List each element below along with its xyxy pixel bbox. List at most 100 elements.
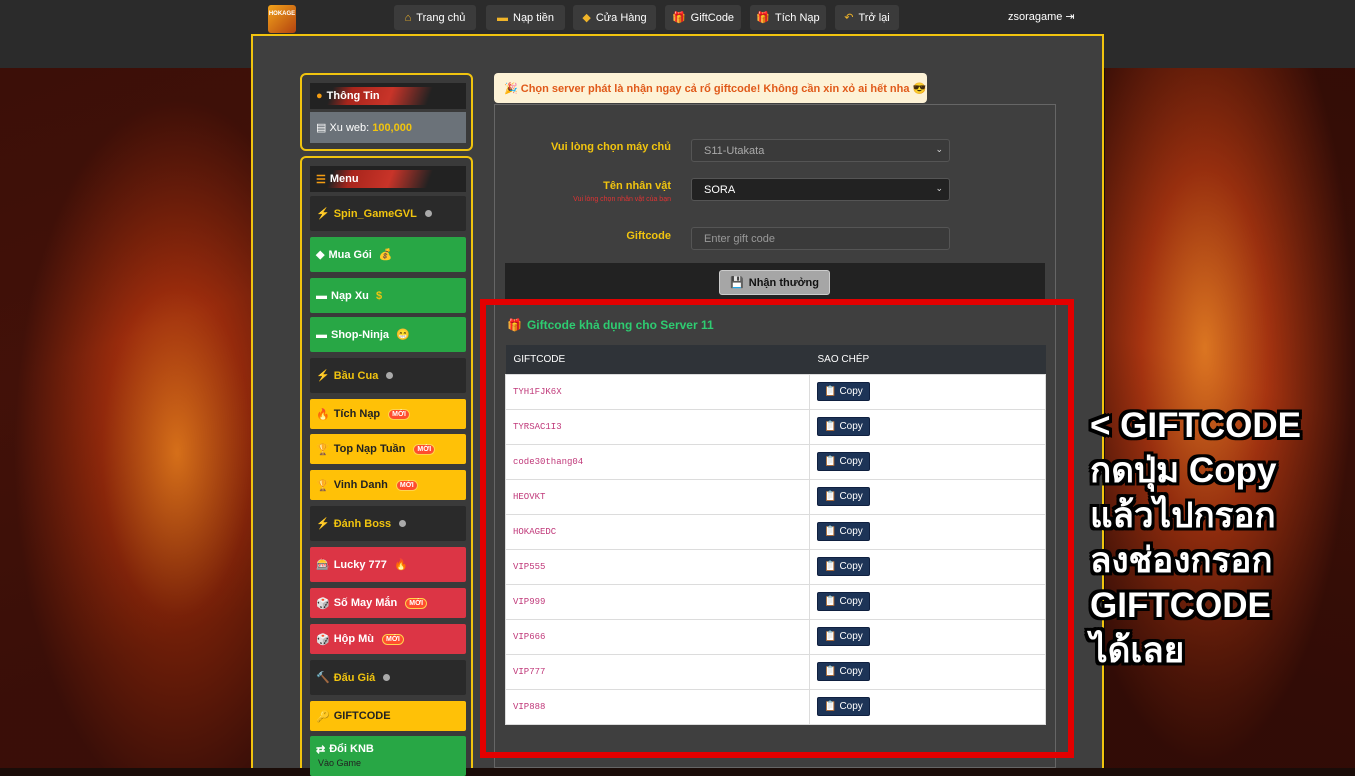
- copy-button[interactable]: 📋 Copy: [817, 417, 870, 436]
- copy-button[interactable]: 📋 Copy: [817, 627, 870, 646]
- copy-button[interactable]: 📋 Copy: [817, 452, 870, 471]
- gift-icon: 🎁: [671, 12, 686, 24]
- giftcode-cell: TYH1FJK6X: [505, 373, 810, 410]
- info-icon: ●: [316, 90, 323, 102]
- giftcode-input[interactable]: Enter gift code: [691, 227, 950, 250]
- nav-shop[interactable]: ◆ Cửa Hàng: [573, 5, 656, 30]
- giftcode-table: GIFTCODE SAO CHÉP TYH1FJK6X 📋 Copy TYRSAC1I…: [505, 345, 1046, 725]
- bolt-icon: ⚡: [316, 518, 330, 530]
- nav-back[interactable]: ↶ Trở lại: [835, 5, 899, 30]
- menu-item-label: GIFTCODE: [333, 710, 391, 722]
- copy-button[interactable]: 📋 Copy: [817, 382, 870, 401]
- xu-balance: ▤ Xu web: 100,000: [310, 112, 466, 143]
- new-badge: MỚI: [388, 408, 410, 420]
- site-logo[interactable]: HOKAGE: [268, 5, 296, 33]
- table-row: HEOVKT 📋 Copy: [505, 478, 1046, 515]
- nav-home[interactable]: ⌂ Trang chủ: [394, 5, 476, 30]
- menu-item-lucky-777[interactable]: 🎰 Lucky 777 🔥: [310, 547, 466, 582]
- clipboard-icon: 📋: [824, 666, 837, 677]
- copy-button-label: Copy: [839, 526, 863, 537]
- server-label: Vui lòng chọn máy chủ: [551, 141, 671, 153]
- copy-button[interactable]: 📋 Copy: [817, 487, 870, 506]
- bag-icon: 💰: [375, 249, 393, 261]
- info-panel: ● Thông Tin ▤ Xu web: 100,000: [300, 73, 473, 151]
- menu-item-tich-nap[interactable]: 🔥 Tích Nạp MỚI: [310, 399, 466, 429]
- copy-cell: 📋 Copy: [809, 688, 1046, 725]
- menu-panel-header: ☰ Menu: [310, 166, 466, 192]
- clipboard-icon: 📋: [824, 631, 837, 642]
- clipboard-icon: 📋: [824, 561, 837, 572]
- menu-item-label: Tích Nạp: [333, 408, 381, 420]
- menu-item-danh-boss[interactable]: ⚡ Đánh Boss: [310, 506, 466, 541]
- menu-item-doi-knb[interactable]: ⇄ Đổi KNB Vào Game: [310, 736, 466, 776]
- menu-item-label: Top Nạp Tuần: [333, 443, 406, 455]
- copy-button-label: Copy: [839, 596, 863, 607]
- home-icon: ⌂: [404, 11, 412, 24]
- menu-item-shop-ninja[interactable]: ▬ Shop-Ninja 😁: [310, 317, 466, 352]
- giftcode-cell: VIP999: [505, 583, 810, 620]
- menu-item-topup-xu[interactable]: ▬ Nạp Xu $: [310, 278, 466, 313]
- copy-button-label: Copy: [839, 701, 863, 712]
- menu-item-vinh-danh[interactable]: 🏆 Vinh Danh MỚI: [310, 470, 466, 500]
- copy-cell: 📋 Copy: [809, 513, 1046, 550]
- menu-item-top-nap-tuan[interactable]: 🏆 Top Nạp Tuần MỚI: [310, 434, 466, 464]
- nav-giftcode[interactable]: 🎁 GiftCode: [665, 5, 741, 30]
- menu-item-hop-mu[interactable]: 🎲 Hộp Mù MỚI: [310, 624, 466, 654]
- nav-shop-label: Cửa Hàng: [595, 11, 647, 24]
- server-select-value: S11-Utakata: [704, 144, 765, 157]
- table-row: VIP555 📋 Copy: [505, 548, 1046, 585]
- menu-item-label: Hộp Mù: [333, 633, 375, 645]
- copy-button[interactable]: 📋 Copy: [817, 697, 870, 716]
- save-icon: 💾: [730, 277, 744, 289]
- receive-reward-button[interactable]: 💾 Nhận thưởng: [719, 270, 830, 295]
- status-dot: [386, 372, 394, 379]
- background-art-left: [0, 68, 253, 768]
- clipboard-icon: 📋: [824, 386, 837, 397]
- nav-topup[interactable]: ▬ Nạp tiền: [486, 5, 565, 30]
- new-badge: MỚI: [382, 633, 404, 645]
- trophy-icon: 🏆: [316, 479, 330, 492]
- giftcode-cell: VIP777: [505, 653, 810, 690]
- copy-button-label: Copy: [839, 491, 863, 502]
- card-icon: ▬: [316, 328, 327, 341]
- new-badge: MỚI: [413, 443, 436, 455]
- table-row: HOKAGEDC 📋 Copy: [505, 513, 1046, 550]
- menu-item-spin[interactable]: ⚡ Spin_GameGVL: [310, 196, 466, 231]
- table-row: code30thang04 📋 Copy: [505, 443, 1046, 480]
- smile-icon: 😁: [393, 329, 410, 341]
- server-select[interactable]: S11-Utakata ⌄: [691, 139, 950, 162]
- new-badge: MỚI: [405, 597, 428, 609]
- logout-icon[interactable]: ⇥: [1065, 10, 1074, 23]
- card-icon: ▬: [316, 289, 327, 302]
- nav-topup-label: Nạp tiền: [513, 11, 554, 24]
- table-row: VIP999 📋 Copy: [505, 583, 1046, 620]
- exchange-icon: ⇄: [316, 744, 326, 756]
- menu-item-giftcode[interactable]: 🔑 GIFTCODE: [310, 701, 466, 731]
- copy-button[interactable]: 📋 Copy: [817, 557, 870, 576]
- menu-item-label: Đổi KNB: [329, 743, 374, 755]
- menu-item-label: Đánh Boss: [333, 517, 392, 530]
- username: zsoragame: [1008, 10, 1063, 23]
- receive-reward-label: Nhận thưởng: [748, 276, 819, 289]
- nav-accumulate[interactable]: 🎁 Tích Nạp: [750, 5, 826, 30]
- menu-item-label: Nạp Xu: [331, 289, 369, 302]
- dice-icon: 🎲: [316, 597, 330, 610]
- menu-item-bau-cua[interactable]: ⚡ Bầu Cua: [310, 358, 466, 393]
- menu-item-dau-gia[interactable]: 🔨 Đấu Giá: [310, 660, 466, 695]
- menu-item-so-may-man[interactable]: 🎲 Số May Mắn MỚI: [310, 588, 466, 618]
- giftcode-cell: code30thang04: [505, 443, 810, 480]
- copy-button[interactable]: 📋 Copy: [817, 522, 870, 541]
- copy-button[interactable]: 📋 Copy: [817, 662, 870, 681]
- clipboard-icon: 📋: [824, 596, 837, 607]
- menu-item-buy-pack[interactable]: ◆ Mua Gói 💰: [310, 237, 466, 272]
- user-account[interactable]: zsoragame ⇥: [1008, 10, 1075, 24]
- character-select[interactable]: SORA ⌄: [691, 178, 950, 201]
- copy-button-label: Copy: [839, 456, 863, 467]
- chevron-down-icon: ⌄: [935, 183, 943, 193]
- copy-button-label: Copy: [839, 386, 863, 397]
- info-panel-header: ● Thông Tin: [310, 83, 466, 109]
- copy-button[interactable]: 📋 Copy: [817, 592, 870, 611]
- copy-cell: 📋 Copy: [809, 443, 1046, 480]
- box-icon: 🎲: [316, 633, 330, 646]
- info-panel-title: Thông Tin: [326, 90, 380, 102]
